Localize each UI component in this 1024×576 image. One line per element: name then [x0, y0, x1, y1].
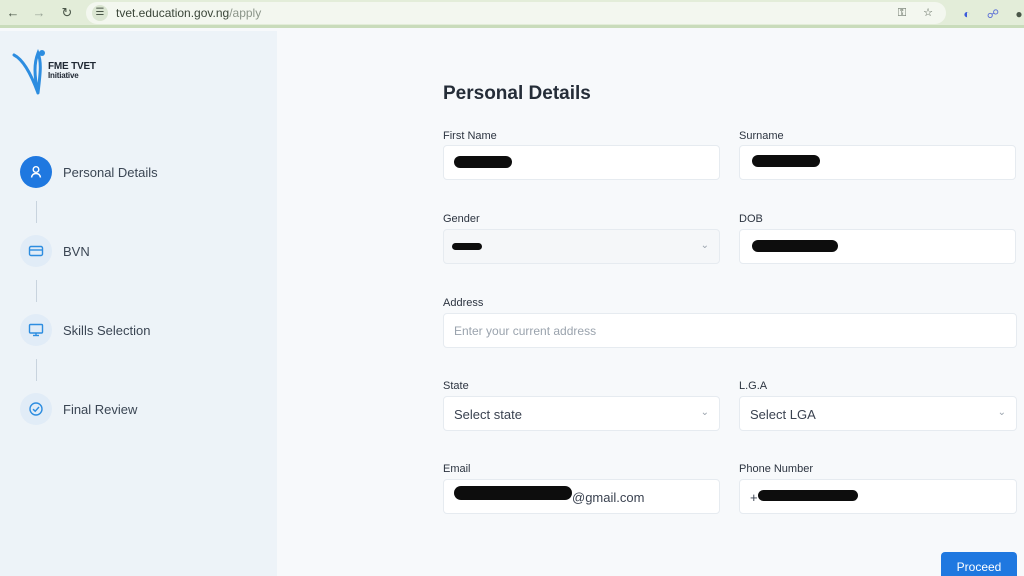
address-bar[interactable]: ☰ tvet.education.gov.ng/apply ⚿ ☆ [86, 2, 946, 24]
link-extension-icon[interactable]: ☍ [984, 5, 1002, 23]
step-label: BVN [63, 244, 90, 259]
step-label: Skills Selection [63, 323, 151, 338]
profile-icon[interactable]: ● [1010, 5, 1024, 23]
site-settings-icon[interactable]: ☰ [92, 5, 108, 21]
password-key-icon[interactable]: ⚿ [894, 5, 910, 21]
chevron-down-icon: ⌄ [700, 407, 709, 418]
forward-icon[interactable]: → [30, 4, 48, 22]
surname-label: Surname [739, 130, 784, 142]
gender-label: Gender [443, 213, 480, 225]
gender-select[interactable]: ⌄ [443, 229, 720, 264]
step-label: Final Review [63, 402, 138, 417]
surname-field[interactable] [739, 145, 1016, 180]
redaction-mark [452, 243, 482, 250]
browser-toolbar: ← → ↻ ☰ tvet.education.gov.ng/apply ⚿ ☆ … [0, 0, 1024, 28]
phone-number-field[interactable]: + [739, 479, 1017, 514]
chevron-down-icon: ⌄ [997, 407, 1006, 418]
back-icon[interactable]: ← [4, 4, 22, 22]
first-name-field[interactable] [443, 145, 720, 180]
form-panel: Personal Details First Name Surname Gend… [277, 31, 1024, 576]
logo-text: FME TVET Initiative [48, 61, 96, 81]
email-domain-text: @gmail.com [572, 490, 645, 505]
redaction-mark [752, 155, 820, 167]
lga-select[interactable]: Select LGA ⌄ [739, 396, 1017, 431]
bookmark-star-icon[interactable]: ☆ [920, 5, 936, 21]
address-label: Address [443, 297, 484, 309]
address-input[interactable] [444, 314, 1016, 347]
step-bvn[interactable]: BVN [20, 235, 260, 267]
address-field[interactable] [443, 313, 1017, 348]
email-label: Email [443, 463, 471, 475]
state-select[interactable]: Select state ⌄ [443, 396, 720, 431]
check-circle-icon [29, 402, 43, 416]
step-skills-selection[interactable]: Skills Selection [20, 314, 260, 346]
page-title: Personal Details [443, 83, 591, 104]
step-final-review[interactable]: Final Review [20, 393, 260, 425]
lga-label: L.G.A [739, 380, 768, 392]
step-connector [36, 201, 37, 223]
phone-prefix-text: + [750, 490, 758, 505]
extension-icon[interactable]: ◐ [958, 5, 976, 23]
lga-select-value: Select LGA [750, 407, 816, 422]
redaction-mark [454, 156, 512, 168]
dob-field[interactable] [739, 229, 1016, 264]
proceed-button[interactable]: Proceed [941, 552, 1017, 576]
step-label: Personal Details [63, 165, 158, 180]
dob-label: DOB [739, 213, 763, 225]
email-field[interactable]: @gmail.com [443, 479, 720, 514]
step-connector [36, 359, 37, 381]
redaction-mark [752, 240, 838, 252]
phone-number-label: Phone Number [739, 463, 813, 475]
user-icon [30, 166, 42, 178]
state-label: State [443, 380, 469, 392]
monitor-icon [28, 323, 44, 337]
first-name-label: First Name [443, 130, 497, 142]
url-text: tvet.education.gov.ng/apply [116, 6, 262, 20]
state-select-value: Select state [454, 407, 522, 422]
chevron-down-icon: ⌄ [700, 240, 709, 251]
step-connector [36, 280, 37, 302]
reload-icon[interactable]: ↻ [58, 4, 76, 22]
card-icon [28, 245, 44, 257]
step-personal-details[interactable]: Personal Details [20, 156, 260, 188]
sidebar: FME TVET Initiative Personal Details BVN [0, 31, 277, 576]
redaction-mark [758, 490, 858, 501]
redaction-mark [454, 486, 572, 500]
